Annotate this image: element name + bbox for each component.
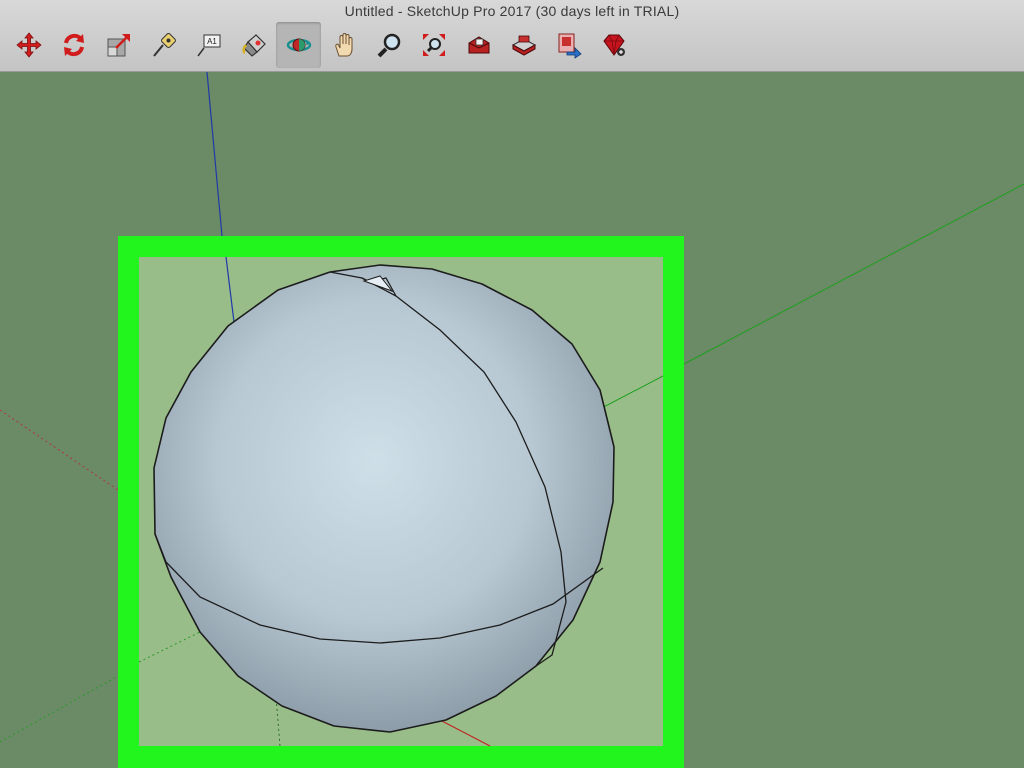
components-icon (511, 35, 536, 56)
paint-bucket-icon (241, 34, 266, 57)
scene-canvas[interactable] (0, 72, 1024, 768)
svg-text:A1: A1 (207, 37, 217, 46)
scale-icon (107, 34, 130, 57)
rotate-tool-button[interactable] (51, 22, 96, 68)
pan-hand-icon (334, 33, 352, 57)
modeling-viewport[interactable] (0, 72, 1024, 768)
extension-warehouse-button[interactable] (591, 22, 636, 68)
green-axis-dotted-line (0, 675, 119, 743)
green-axis-line (683, 183, 1024, 365)
text-tool-button[interactable]: A1 (186, 22, 231, 68)
window-title: Untitled - SketchUp Pro 2017 (30 days le… (344, 3, 680, 19)
3d-warehouse-button[interactable] (456, 22, 501, 68)
text-icon: A1 (196, 34, 220, 57)
warehouse-icon (468, 36, 489, 54)
tape-measure-tool-button[interactable] (141, 22, 186, 68)
scale-tool-button[interactable] (96, 22, 141, 68)
large-tool-set-toolbar: A1 (6, 22, 636, 68)
window-titlebar: Untitled - SketchUp Pro 2017 (30 days le… (0, 0, 1024, 72)
tape-measure-icon (152, 33, 176, 57)
zoom-tool-button[interactable] (366, 22, 411, 68)
move-tool-button[interactable] (6, 22, 51, 68)
blue-axis-line (206, 72, 223, 237)
share-model-button[interactable] (546, 22, 591, 68)
zoom-extents-icon (422, 34, 445, 56)
rotate-icon (63, 33, 84, 57)
share-model-icon (558, 33, 582, 59)
zoom-icon (377, 33, 400, 58)
pan-tool-button[interactable] (321, 22, 366, 68)
paint-bucket-tool-button[interactable] (231, 22, 276, 68)
orbit-icon (286, 38, 311, 52)
ruby-extension-icon (602, 34, 625, 56)
orbit-tool-button[interactable] (276, 22, 321, 68)
zoom-extents-tool-button[interactable] (411, 22, 456, 68)
move-icon (15, 32, 42, 58)
red-axis-dotted-line (0, 409, 119, 491)
components-button[interactable] (501, 22, 546, 68)
